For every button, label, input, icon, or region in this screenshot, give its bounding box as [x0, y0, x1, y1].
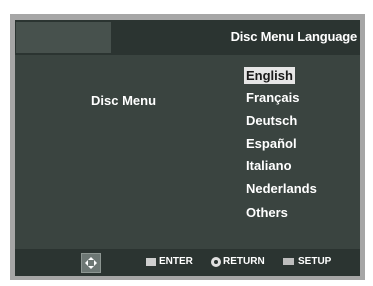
arrow-right-icon	[94, 260, 100, 266]
disc-menu-label: Disc Menu	[91, 93, 157, 108]
enter-label: ENTER	[159, 256, 193, 267]
osd-screen: Disc Menu Language Disc Menu English Fra…	[15, 20, 360, 276]
return-label: RETURN	[223, 256, 265, 267]
arrow-left-icon	[82, 260, 88, 266]
footer-bar: ENTER RETURN SETUP	[15, 249, 360, 276]
language-item-italiano[interactable]: Italiano	[244, 157, 294, 174]
language-item-francais[interactable]: Français	[244, 89, 301, 106]
language-item-deutsch[interactable]: Deutsch	[244, 112, 299, 129]
enter-hint: ENTER	[146, 256, 193, 267]
enter-icon	[146, 257, 156, 266]
page-title: Disc Menu Language	[230, 29, 358, 44]
setup-label: SETUP	[298, 256, 332, 267]
setup-icon	[283, 258, 294, 265]
arrow-down-icon	[88, 266, 94, 272]
header-tab	[16, 22, 111, 53]
dpad-icon	[81, 253, 101, 273]
language-item-nederlands[interactable]: Nederlands	[244, 180, 319, 197]
language-item-english[interactable]: English	[244, 67, 295, 84]
header-bar: Disc Menu Language	[15, 20, 360, 55]
return-icon	[211, 256, 221, 267]
return-hint: RETURN	[211, 256, 265, 267]
language-item-espanol[interactable]: Español	[244, 135, 299, 152]
setup-hint: SETUP	[283, 256, 331, 267]
language-item-others[interactable]: Others	[244, 204, 290, 221]
